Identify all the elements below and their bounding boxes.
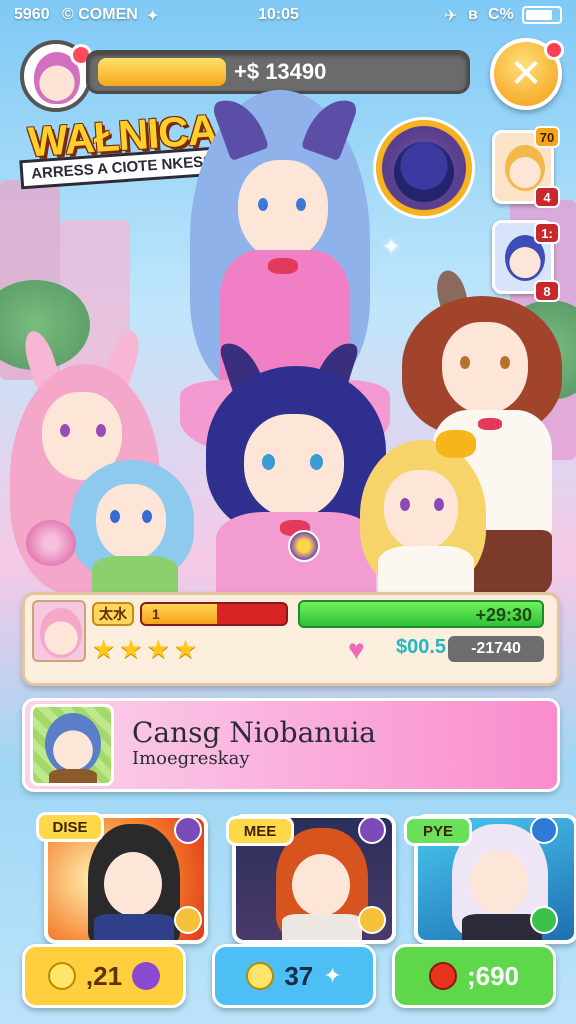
currency-bar-fill [98, 58, 226, 86]
stat-panel-portrait[interactable] [32, 600, 86, 662]
card-2-button-value: 37 [284, 960, 314, 991]
status-carrier: © COMEN [62, 6, 138, 23]
energy-value: +29:30 [475, 605, 532, 625]
potion-icon [132, 962, 161, 990]
card-1-badge-icon [174, 906, 202, 934]
card-3-button-value: ;690 [466, 960, 520, 991]
card-3-corner-icon [530, 816, 558, 844]
apple-icon [428, 962, 457, 990]
card-1-corner-icon [174, 816, 202, 844]
airplane-icon: ✈ [444, 8, 458, 25]
status-clock: 10:05 [258, 6, 299, 23]
sparkle-icon: ✦ [146, 8, 160, 25]
key-icon [246, 962, 275, 990]
status-time-left: 5960 [14, 6, 50, 23]
character-blonde-bow [354, 430, 494, 600]
flower-icon [26, 520, 76, 566]
banner-title: Cansg Niobanuia [132, 716, 376, 749]
close-icon: ✕ [509, 52, 543, 96]
card-2-badge-icon [358, 906, 386, 934]
side-portrait-1-badge-bottom: 4 [534, 186, 560, 208]
card-1-button-value: ,21 [85, 960, 123, 991]
star-rating: ★★★★ [92, 634, 202, 664]
battery-icon [522, 6, 562, 24]
cash-value: -21740 [448, 636, 544, 662]
banner-portrait [30, 704, 114, 786]
card-3-button[interactable]: ;690 [392, 944, 556, 1008]
energy-bar: +29:30 [298, 600, 544, 628]
hp-label: 1 [152, 606, 160, 622]
card-3-badge-icon [530, 906, 558, 934]
status-battery: C% [488, 6, 514, 23]
flower-icon [544, 40, 564, 60]
heart-icon[interactable]: ♥ [348, 634, 365, 666]
currency-value: +$ 13490 [234, 59, 327, 84]
hair-bow-icon [436, 430, 476, 458]
status-bar: 5960 © COMEN ✦ 10:05 ✈ ʙ C% [0, 0, 576, 32]
character-light-blue-pigtails [70, 460, 200, 600]
bluetooth-icon: ʙ [468, 6, 478, 23]
cash-label: $00.5 [396, 636, 447, 658]
card-2-tag: MEE [226, 816, 294, 846]
card-3-tag: PYE [404, 816, 472, 846]
level-chip: 太水 [92, 602, 134, 626]
card-2-button[interactable]: 37 ✦ [212, 944, 376, 1008]
banner-subtitle: Imoegreskay [132, 748, 250, 769]
card-1-tag: DISE [36, 812, 104, 842]
hp-bar: 1 [140, 602, 288, 626]
coin-icon [47, 962, 76, 990]
sparkle-icon: ✦ [323, 963, 342, 988]
card-2-corner-icon [358, 816, 386, 844]
gem-badge-icon [288, 530, 320, 562]
side-portrait-2-badge-top: 1: [534, 222, 560, 244]
side-portrait-1-badge-top: 70 [534, 126, 560, 148]
card-1-button[interactable]: ,21 [22, 944, 186, 1008]
